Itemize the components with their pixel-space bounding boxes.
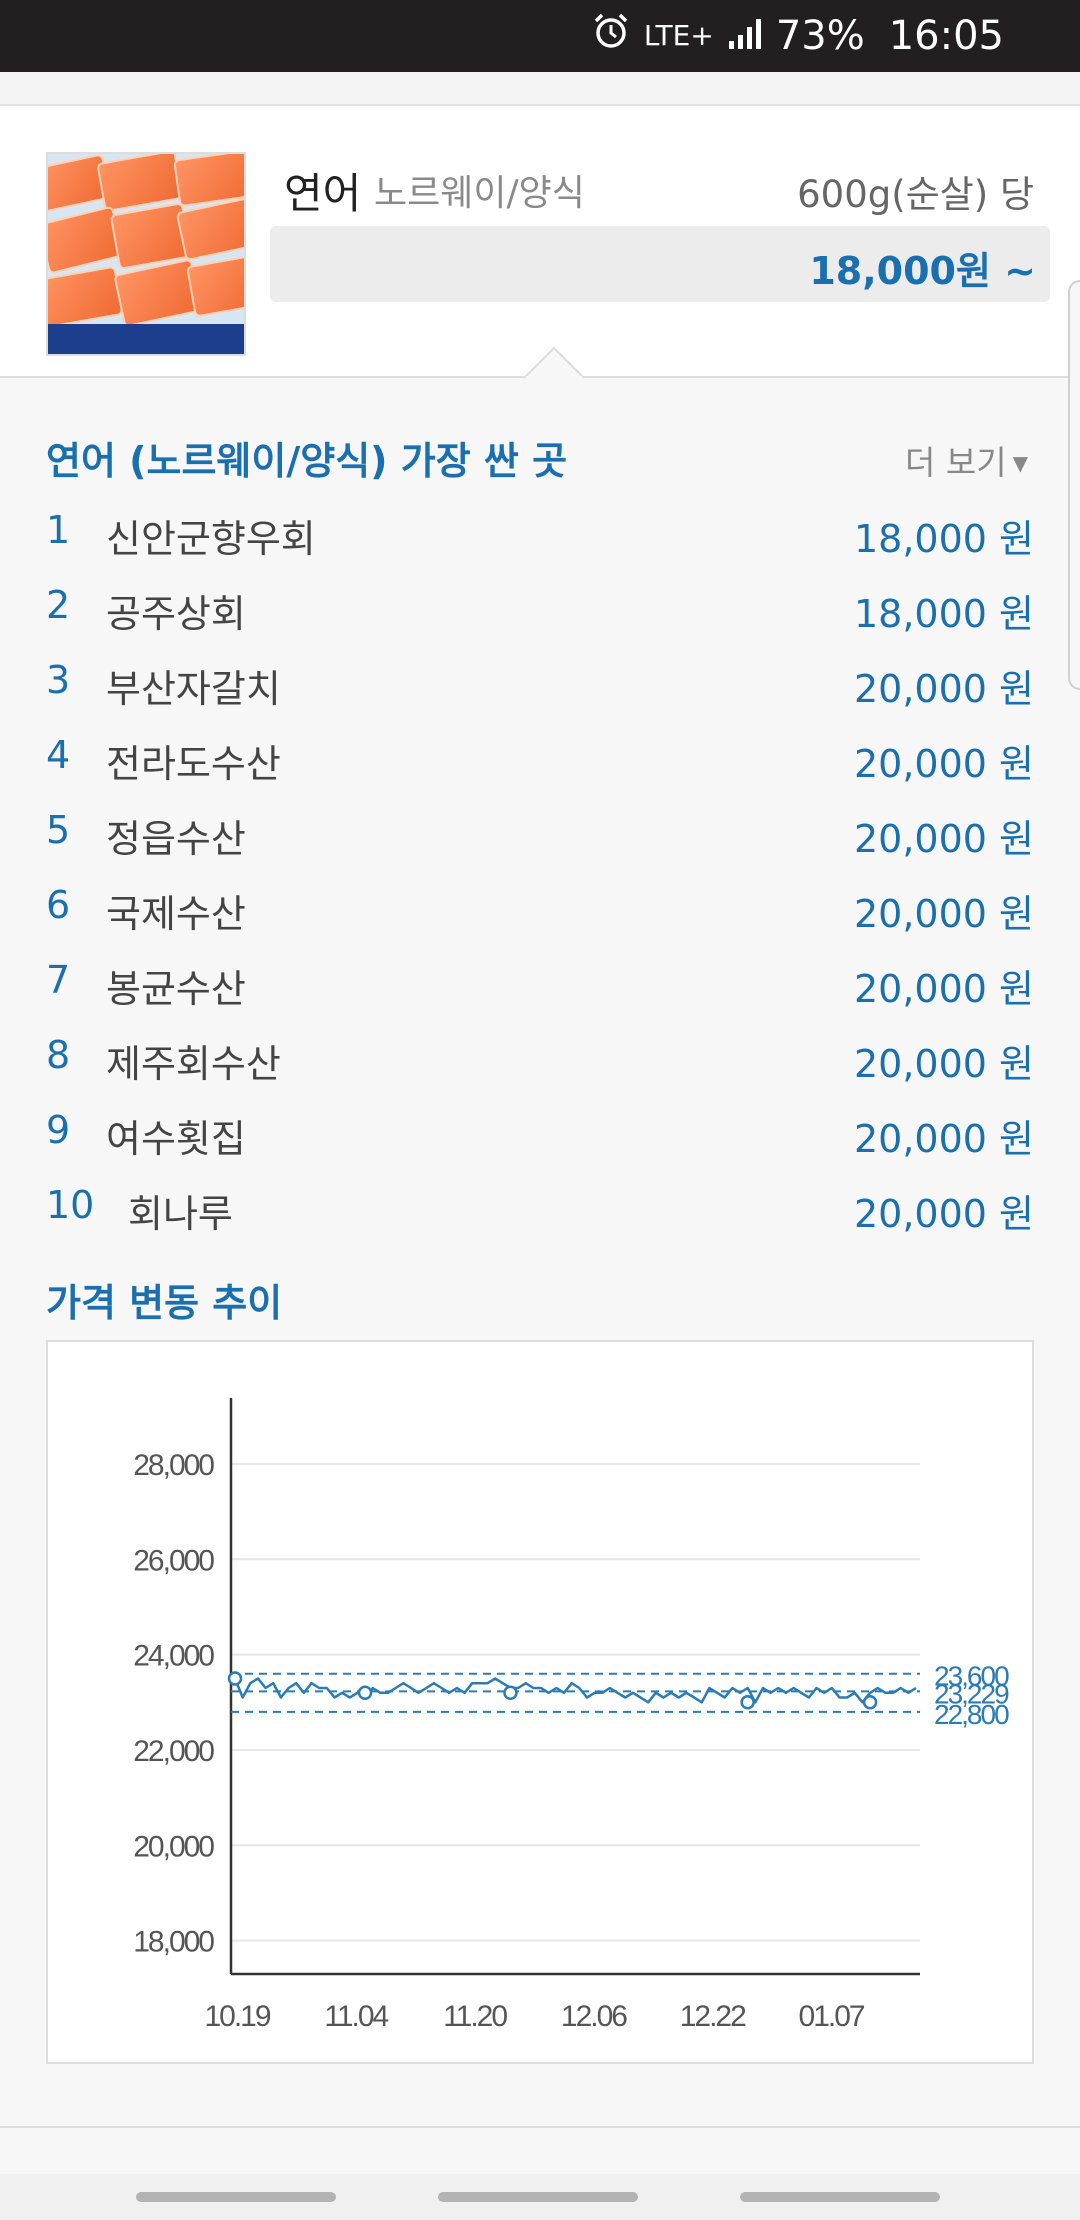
caret-down-icon: ▼ <box>1012 451 1028 475</box>
rank-number: 1 <box>46 508 71 552</box>
list-item[interactable]: 3 부산자갈치 20,000 원 <box>0 650 1080 725</box>
store-name: 제주회수산 <box>106 1042 281 1086</box>
nav-pill-center[interactable] <box>438 2192 638 2202</box>
rank-number: 10 <box>46 1183 95 1227</box>
product-unit: 600g(순살) 당 <box>797 173 1034 216</box>
list-item[interactable]: 9 여수횟집 20,000 원 <box>0 1100 1080 1175</box>
store-price: 18,000 원 <box>853 517 1034 561</box>
x-tick-label: 12.06 <box>561 2000 627 2033</box>
store-name: 정읍수산 <box>106 817 246 861</box>
list-item[interactable]: 4 전라도수산 20,000 원 <box>0 725 1080 800</box>
rank-number: 2 <box>46 583 71 627</box>
nav-pill-left[interactable] <box>136 2192 336 2202</box>
rank-number: 9 <box>46 1108 71 1152</box>
price-from: 18,000원 ~ <box>809 249 1036 293</box>
clock: 16:05 <box>888 13 1004 59</box>
product-card[interactable]: 연어 노르웨이/양식 600g(순살) 당 18,000원 ~ <box>0 106 1080 380</box>
y-tick-label: 24,000 <box>133 1640 214 1673</box>
rank-number: 4 <box>46 733 71 777</box>
trend-section-title: 가격 변동 추이 <box>46 1281 283 1325</box>
lte-plus-icon: LTE+ <box>643 19 714 52</box>
more-button[interactable]: 더 보기 ▼ <box>905 436 1028 484</box>
store-name: 전라도수산 <box>106 742 281 786</box>
list-item[interactable]: 6 국제수산 20,000 원 <box>0 875 1080 950</box>
store-name: 국제수산 <box>106 892 246 936</box>
divider <box>0 2126 1080 2128</box>
battery-percent: 73% <box>775 13 865 59</box>
store-price: 20,000 원 <box>853 667 1034 711</box>
pointer-caret-icon <box>524 346 584 380</box>
data-point-marker <box>862 1695 878 1710</box>
series-line <box>233 1677 917 1704</box>
store-price: 20,000 원 <box>853 817 1034 861</box>
store-price: 20,000 원 <box>853 1117 1034 1161</box>
x-tick-label: 12.22 <box>680 2000 746 2033</box>
rank-number: 7 <box>46 958 71 1002</box>
data-point-marker <box>740 1695 755 1710</box>
alarm-icon <box>592 12 630 60</box>
list-item[interactable]: 8 제주회수산 20,000 원 <box>0 1025 1080 1100</box>
x-tick-label: 11.20 <box>443 2000 507 2033</box>
x-tick-label: 10.19 <box>204 2000 270 2033</box>
reference-label: 22,800 <box>934 1699 1009 1730</box>
store-price: 20,000 원 <box>853 967 1034 1011</box>
rank-number: 3 <box>46 658 71 702</box>
rank-number: 6 <box>46 883 71 927</box>
store-name: 회나루 <box>128 1192 233 1236</box>
y-tick-label: 20,000 <box>133 1830 214 1863</box>
store-price: 20,000 원 <box>853 742 1034 786</box>
y-tick-label: 26,000 <box>133 1544 214 1577</box>
y-tick-label: 18,000 <box>133 1926 214 1959</box>
data-point-marker <box>227 1671 243 1686</box>
rank-number: 8 <box>46 1033 71 1077</box>
product-thumbnail[interactable] <box>46 152 246 356</box>
list-item[interactable]: 1 신안군향우회 18,000 원 <box>0 500 1080 575</box>
y-tick-label: 22,000 <box>133 1735 214 1768</box>
more-label: 더 보기 <box>905 443 1007 482</box>
store-price: 20,000 원 <box>853 1042 1034 1086</box>
cheapest-section-title: 연어 (노르웨이/양식) 가장 싼 곳 <box>46 439 568 483</box>
chart-svg: 28,000 26,000 24,000 22,000 20,000 18,000 10.1… <box>133 1398 1011 2033</box>
nav-pill-right[interactable] <box>740 2192 940 2202</box>
data-point-marker <box>357 1685 373 1701</box>
x-tick-label: 01.07 <box>799 2000 865 2033</box>
y-tick-label: 28,000 <box>133 1449 214 1482</box>
price-trend-chart: 28,000 26,000 24,000 22,000 20,000 18,000 10.1… <box>46 1340 1034 2064</box>
store-name: 여수횟집 <box>106 1117 246 1161</box>
signal-icon <box>728 13 762 59</box>
store-name: 신안군향우회 <box>106 517 316 561</box>
list-item[interactable]: 10 회나루 20,000 원 <box>0 1175 1080 1250</box>
price-box[interactable]: 18,000원 ~ <box>270 226 1050 302</box>
product-origin: 노르웨이/양식 <box>374 173 585 214</box>
list-item[interactable]: 7 봉균수산 20,000 원 <box>0 950 1080 1025</box>
rank-number: 5 <box>46 808 71 852</box>
store-name: 공주상회 <box>106 592 246 636</box>
data-point-marker <box>503 1685 518 1701</box>
gesture-nav-bar <box>0 2174 1080 2220</box>
store-name: 봉균수산 <box>106 967 246 1011</box>
list-item[interactable]: 5 정읍수산 20,000 원 <box>0 800 1080 875</box>
top-band <box>0 72 1080 106</box>
store-price: 18,000 원 <box>853 592 1034 636</box>
store-name: 부산자갈치 <box>106 667 281 711</box>
status-bar: LTE+ 73% 16:05 <box>0 0 1080 72</box>
store-price: 20,000 원 <box>853 892 1034 936</box>
product-name: 연어 <box>284 169 362 218</box>
list-item[interactable]: 2 공주상회 18,000 원 <box>0 575 1080 650</box>
x-tick-label: 11.04 <box>324 2000 388 2033</box>
store-price: 20,000 원 <box>853 1192 1034 1236</box>
